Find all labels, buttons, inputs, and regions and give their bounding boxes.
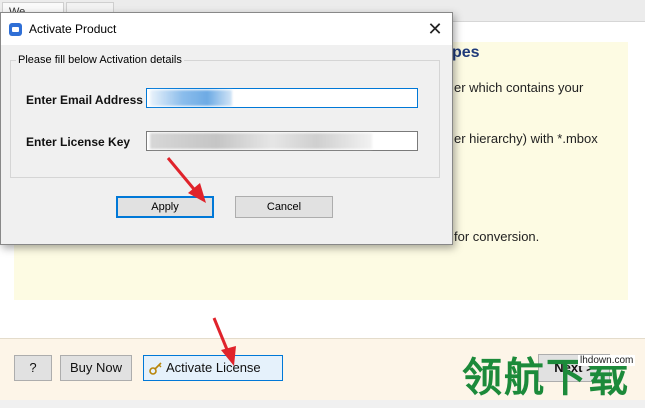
group-legend: Please fill below Activation details	[16, 54, 184, 66]
help-button[interactable]: ?	[14, 355, 52, 381]
instructions-text-line-1: er which contains your	[454, 80, 584, 95]
activation-details-group	[10, 60, 440, 178]
dialog-title-bar: Activate Product ✕	[1, 13, 452, 45]
redacted-email-value	[150, 90, 232, 106]
close-icon[interactable]: ✕	[421, 17, 449, 41]
apply-button[interactable]: Apply	[116, 196, 214, 218]
email-label: Enter Email Address	[26, 93, 143, 107]
app-logo-icon	[9, 23, 22, 36]
instructions-text-line-3: for conversion.	[454, 229, 540, 244]
dialog-title: Activate Product	[29, 22, 117, 36]
license-key-label: Enter License Key	[26, 135, 131, 149]
activate-license-label: Activate License	[166, 360, 261, 375]
instructions-heading: pes	[452, 44, 480, 61]
key-icon	[149, 362, 162, 375]
redacted-license-value	[150, 133, 372, 149]
buy-now-button[interactable]: Buy Now	[60, 355, 132, 381]
watermark-url: lhdown.com	[578, 355, 636, 366]
instructions-text-line-2: er hierarchy) with *.mbox	[454, 131, 598, 146]
activate-license-button[interactable]: Activate License	[143, 355, 283, 381]
cancel-button[interactable]: Cancel	[235, 196, 333, 218]
